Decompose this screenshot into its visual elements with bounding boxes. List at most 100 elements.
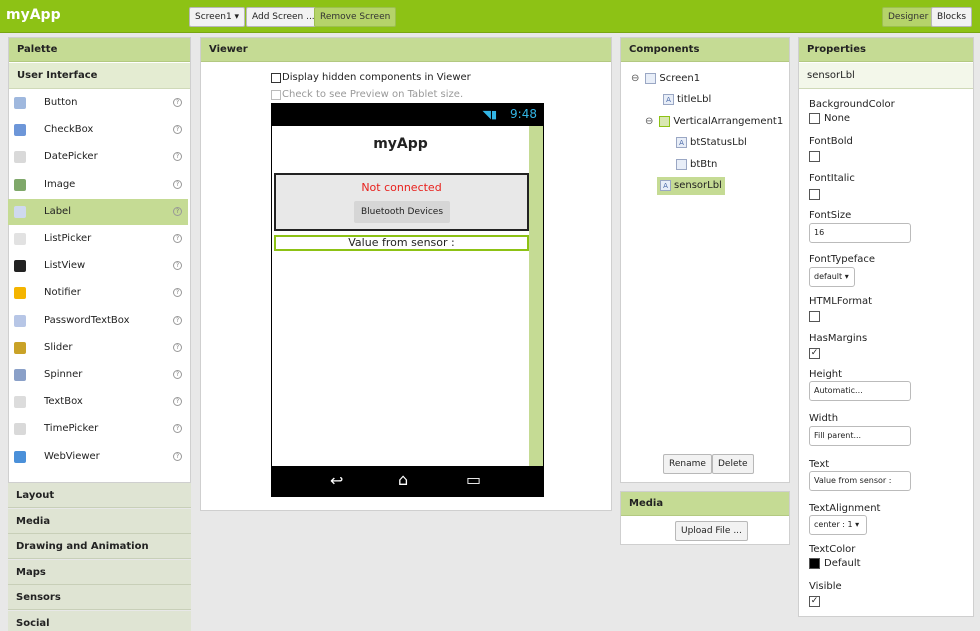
help-icon[interactable]: ? [173, 370, 182, 379]
text-input[interactable]: Value from sensor : [809, 471, 911, 491]
help-icon[interactable]: ? [173, 206, 182, 216]
palette-item-label: TimePicker [44, 423, 99, 435]
upload-file-button[interactable]: Upload File ... [675, 521, 748, 541]
palette-category-social[interactable]: Social [8, 610, 191, 631]
collapse-icon[interactable]: ⊖ [631, 73, 639, 84]
tablet-preview-checkbox[interactable] [271, 90, 281, 100]
tree-node-titlelbl[interactable]: AtitleLbl [663, 92, 711, 108]
help-icon[interactable]: ? [173, 125, 182, 135]
bluetooth-devices-button[interactable]: Bluetooth Devices [354, 201, 450, 223]
palette-item-listpicker[interactable]: ListPicker? [8, 226, 188, 252]
prop-textalignment-label: TextAlignment [809, 503, 881, 514]
tree-node-verticalarrangement1[interactable]: ⊖ VerticalArrangement1 [645, 114, 783, 130]
palette-item-label[interactable]: Label? [8, 198, 188, 225]
prop-visible-label: Visible [809, 581, 842, 592]
palette-item-spinner[interactable]: Spinner? [8, 362, 188, 388]
palette-item-datepicker[interactable]: DatePicker? [8, 144, 188, 170]
palette-category-sensors[interactable]: Sensors [8, 585, 191, 610]
tree-node-btstatuslbl[interactable]: AbtStatusLbl [676, 135, 747, 151]
palette-item-slider[interactable]: Slider? [8, 335, 188, 361]
collapse-icon[interactable]: ⊖ [645, 116, 653, 127]
palette-item-checkbox[interactable]: CheckBox? [8, 117, 188, 143]
webviewer-icon [14, 450, 26, 463]
width-input[interactable]: Fill parent... [809, 426, 911, 446]
tree-node-sensorlbl[interactable]: AsensorLbl [657, 177, 725, 195]
help-icon[interactable]: ? [173, 342, 182, 352]
media-title: Media [621, 492, 789, 516]
palette-item-image[interactable]: Image? [8, 172, 188, 198]
palette-item-button[interactable]: Button? [8, 90, 188, 116]
components-panel: Components ⊖ Screen1 AtitleLbl ⊖ VerticalA… [620, 37, 790, 483]
datepicker-icon [14, 151, 26, 164]
button-icon [14, 97, 26, 109]
remove-screen-button[interactable]: Remove Screen [314, 7, 397, 27]
palette-category-drawing-and-animation[interactable]: Drawing and Animation [8, 534, 191, 559]
textalignment-select[interactable]: center : 1 ▾ [809, 515, 867, 535]
help-icon[interactable]: ? [173, 397, 182, 407]
hidden-components-checkbox[interactable] [271, 73, 281, 83]
label-icon: A [660, 179, 671, 191]
bg-color-swatch[interactable] [809, 113, 820, 124]
palette-item-listview[interactable]: ListView? [8, 253, 188, 279]
palette-item-notifier[interactable]: Notifier? [8, 280, 188, 306]
help-icon[interactable]: ? [173, 261, 182, 271]
slider-icon [14, 341, 26, 354]
viewer-title: Viewer [201, 38, 611, 62]
palette-item-textbox[interactable]: TextBox? [8, 389, 188, 415]
properties-title: Properties [799, 38, 973, 62]
properties-panel: Properties sensorLbl BackgroundColor Non… [798, 37, 974, 617]
tree-node-btbtn[interactable]: btBtn [676, 157, 717, 173]
vertical-arrangement[interactable]: Not connected Bluetooth Devices [274, 173, 529, 231]
textcolor-swatch[interactable] [809, 558, 820, 569]
nav-bar: ↩ ⌂ ▭ [272, 466, 543, 497]
textcolor-value[interactable]: Default [824, 558, 861, 569]
delete-button[interactable]: Delete [712, 454, 754, 474]
hasmargins-checkbox[interactable]: ✓ [809, 348, 820, 359]
htmlformat-checkbox[interactable] [809, 311, 820, 322]
help-icon[interactable]: ? [173, 234, 182, 243]
palette-item-timepicker[interactable]: TimePicker? [8, 416, 188, 442]
help-icon[interactable]: ? [173, 451, 182, 461]
label-icon: A [663, 93, 674, 105]
help-icon[interactable]: ? [173, 288, 182, 298]
tree-node-screen1[interactable]: ⊖ Screen1 [631, 71, 700, 87]
screen-select[interactable]: Screen1 ▾ [189, 7, 246, 27]
palette-category-maps[interactable]: Maps [8, 559, 191, 585]
back-icon[interactable]: ↩ [330, 471, 343, 490]
rename-button[interactable]: Rename [663, 454, 712, 474]
add-screen-button[interactable]: Add Screen ... [246, 7, 321, 27]
palette-category-media[interactable]: Media [8, 508, 191, 534]
designer-button[interactable]: Designer [882, 7, 935, 27]
height-input[interactable]: Automatic... [809, 381, 911, 401]
palette-item-passwordtextbox[interactable]: PasswordTextBox? [8, 308, 188, 334]
help-icon[interactable]: ? [173, 98, 182, 107]
home-icon[interactable]: ⌂ [398, 470, 408, 489]
fontitalic-checkbox[interactable] [809, 189, 820, 200]
palette-item-label: Spinner [44, 369, 83, 380]
phone-title-label[interactable]: myApp [272, 136, 529, 152]
fontsize-input[interactable]: 16 [809, 223, 911, 243]
label-icon [14, 205, 26, 218]
palette-item-label: DatePicker [44, 151, 98, 163]
bg-color-value[interactable]: None [824, 113, 850, 124]
palette-item-webviewer[interactable]: WebViewer? [8, 444, 188, 470]
fontbold-checkbox[interactable] [809, 151, 820, 162]
sensor-label[interactable]: Value from sensor : [274, 235, 529, 251]
palette-category-layout[interactable]: Layout [8, 483, 191, 508]
help-icon[interactable]: ? [173, 315, 182, 325]
palette-item-label: ListPicker [44, 233, 92, 244]
help-icon[interactable]: ? [173, 424, 182, 434]
bt-status-label[interactable]: Not connected [276, 181, 527, 194]
fonttypeface-select[interactable]: default ▾ [809, 267, 855, 287]
media-panel: Media Upload File ... [620, 491, 790, 545]
visible-checkbox[interactable]: ✓ [809, 596, 820, 607]
palette-item-label: PasswordTextBox [44, 314, 130, 326]
app-title: myApp [6, 7, 61, 23]
help-icon[interactable]: ? [173, 179, 182, 189]
scrollbar[interactable] [529, 126, 543, 466]
help-icon[interactable]: ? [173, 152, 182, 162]
blocks-button[interactable]: Blocks [931, 7, 973, 27]
recents-icon[interactable]: ▭ [466, 470, 481, 489]
tablet-preview-label: Check to see Preview on Tablet size. [282, 89, 464, 100]
palette-section-user-interface[interactable]: User Interface [9, 63, 190, 89]
